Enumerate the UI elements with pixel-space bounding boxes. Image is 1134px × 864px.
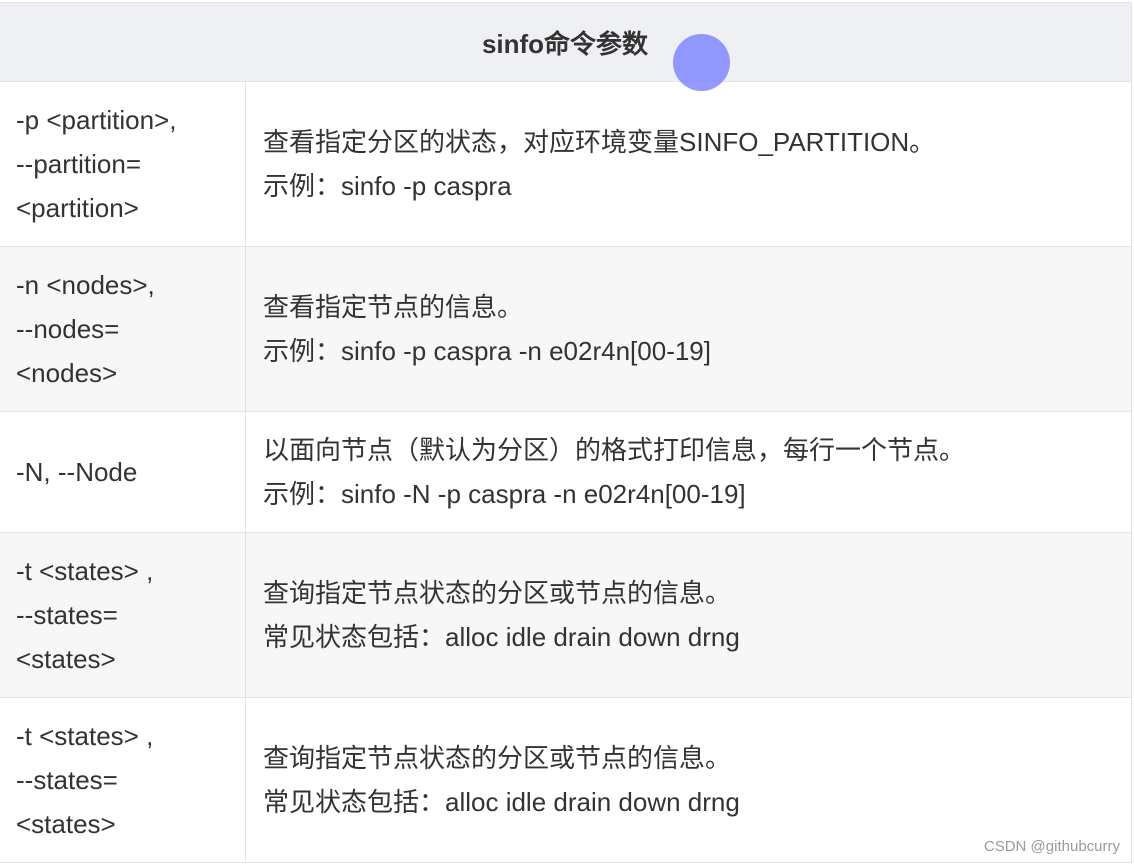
option-cell: -n <nodes>, --nodes= <nodes> [0, 246, 246, 412]
option-cell: -N, --Node [0, 411, 246, 533]
example-line: 示例：sinfo -p caspra -n e02r4n[00-19] [263, 336, 711, 366]
option-cell: -t <states> , --states= <states> [0, 697, 246, 863]
table-header-row: sinfo命令参数 [0, 2, 1133, 82]
example-line: 常见状态包括：alloc idle drain down drng [263, 787, 740, 817]
description-line: 查看指定节点的信息。 [263, 292, 524, 322]
option-line: <nodes> [16, 358, 118, 388]
sinfo-params-table: sinfo命令参数 -p <partition>, --partition= <… [0, 2, 1133, 863]
description-line: 查看指定分区的状态，对应环境变量SINFO_PARTITION。 [263, 127, 936, 157]
option-line: --nodes= [16, 314, 120, 344]
example-line: 常见状态包括：alloc idle drain down drng [263, 622, 740, 652]
description-line: 查询指定节点状态的分区或节点的信息。 [263, 743, 732, 773]
table-row: -t <states> , --states= <states> 查询指定节点状… [0, 697, 1133, 863]
example-line: 示例：sinfo -p caspra [263, 171, 512, 201]
option-line: <states> [16, 809, 116, 839]
option-cell: -p <partition>, --partition= <partition> [0, 81, 246, 247]
page: sinfo命令参数 -p <partition>, --partition= <… [0, 0, 1134, 864]
option-line: -t <states> , [16, 556, 154, 586]
description-line: 查询指定节点状态的分区或节点的信息。 [263, 578, 732, 608]
option-line: <states> [16, 644, 116, 674]
option-line: --states= [16, 600, 118, 630]
table-row: -t <states> , --states= <states> 查询指定节点状… [0, 532, 1133, 698]
description-cell: 查看指定分区的状态，对应环境变量SINFO_PARTITION。 示例：sinf… [244, 81, 1133, 247]
option-line: --states= [16, 765, 118, 795]
table-row: -p <partition>, --partition= <partition>… [0, 81, 1133, 247]
option-line: -t <states> , [16, 721, 154, 751]
example-line: 示例：sinfo -N -p caspra -n e02r4n[00-19] [263, 479, 746, 509]
cursor-highlight-dot [673, 34, 730, 91]
description-cell: 查看指定节点的信息。 示例：sinfo -p caspra -n e02r4n[… [244, 246, 1133, 412]
option-line: -N, --Node [16, 457, 138, 487]
option-line: -p <partition>, [16, 105, 177, 135]
description-cell: 查询指定节点状态的分区或节点的信息。 常见状态包括：alloc idle dra… [244, 532, 1133, 698]
option-cell: -t <states> , --states= <states> [0, 532, 246, 698]
table-row: -n <nodes>, --nodes= <nodes> 查看指定节点的信息。 … [0, 246, 1133, 412]
table-row: -N, --Node 以面向节点（默认为分区）的格式打印信息，每行一个节点。 示… [0, 411, 1133, 533]
option-line: <partition> [16, 193, 139, 223]
watermark: CSDN @githubcurry [983, 838, 1120, 855]
option-line: -n <nodes>, [16, 270, 155, 300]
table-title: sinfo命令参数 [0, 2, 1133, 82]
description-line: 以面向节点（默认为分区）的格式打印信息，每行一个节点。 [263, 435, 966, 465]
description-cell: 以面向节点（默认为分区）的格式打印信息，每行一个节点。 示例：sinfo -N … [244, 411, 1133, 533]
option-line: --partition= [16, 149, 141, 179]
